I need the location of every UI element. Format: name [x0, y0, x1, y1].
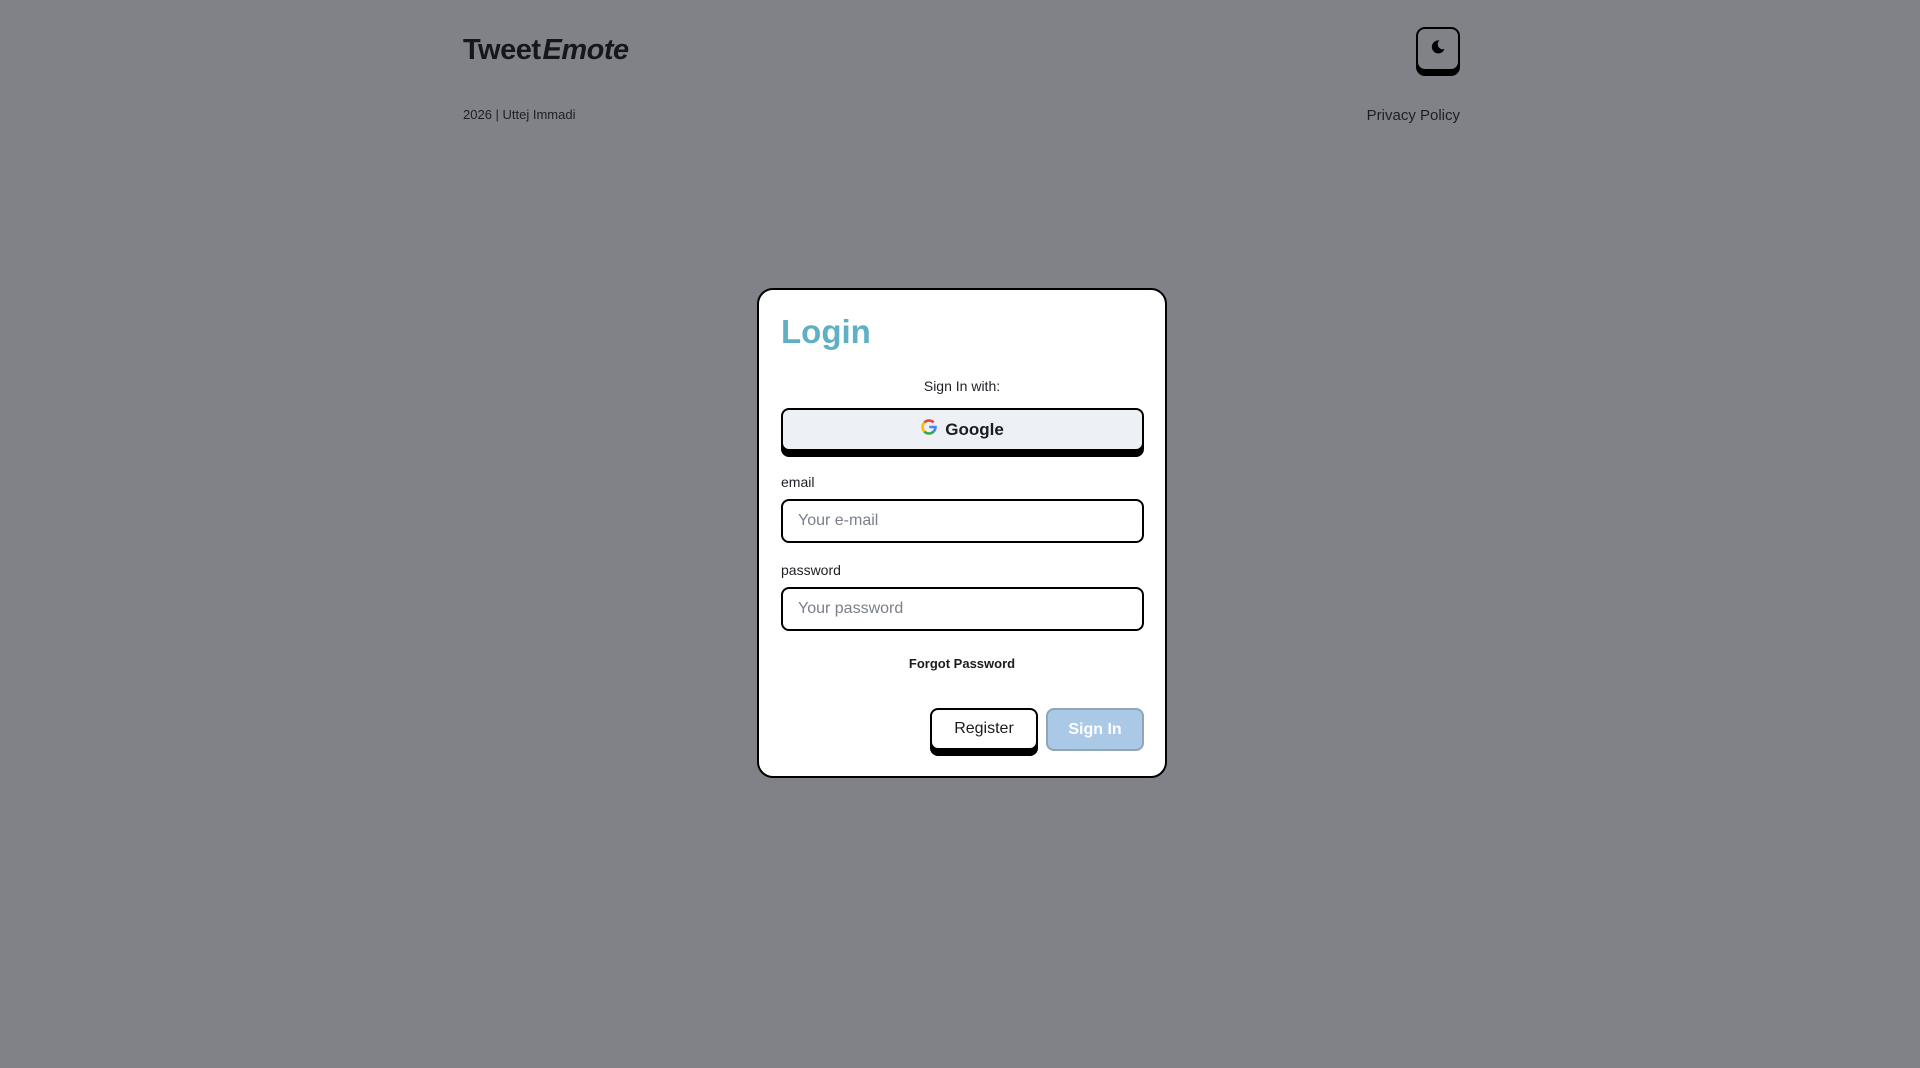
sign-in-button[interactable]: Sign In	[1046, 708, 1144, 751]
brand-logo: TweetEmote	[463, 32, 629, 68]
register-button[interactable]: Register	[930, 708, 1038, 750]
login-title: Login	[781, 313, 871, 350]
password-input[interactable]	[781, 587, 1144, 631]
google-button-label: Google	[945, 419, 1004, 439]
moon-icon	[1430, 39, 1446, 60]
google-icon	[921, 419, 938, 440]
theme-toggle-button[interactable]	[1416, 27, 1460, 71]
forgot-password-link[interactable]: Forgot Password	[759, 656, 1165, 672]
google-sign-in-button[interactable]: Google	[781, 408, 1144, 451]
email-input[interactable]	[781, 499, 1144, 543]
brand-logo-tweet: Tweet	[463, 34, 541, 66]
sign-in-with-label: Sign In with:	[923, 378, 1001, 394]
login-card: Login Sign In with: Google email passwor…	[757, 288, 1167, 778]
email-label: email	[781, 474, 815, 490]
password-label: password	[781, 562, 841, 578]
brand-logo-emote: Emote	[542, 34, 630, 66]
privacy-policy-link[interactable]: Privacy Policy	[1340, 107, 1460, 125]
copyright-text: 2026 | Uttej Immadi	[463, 107, 576, 122]
